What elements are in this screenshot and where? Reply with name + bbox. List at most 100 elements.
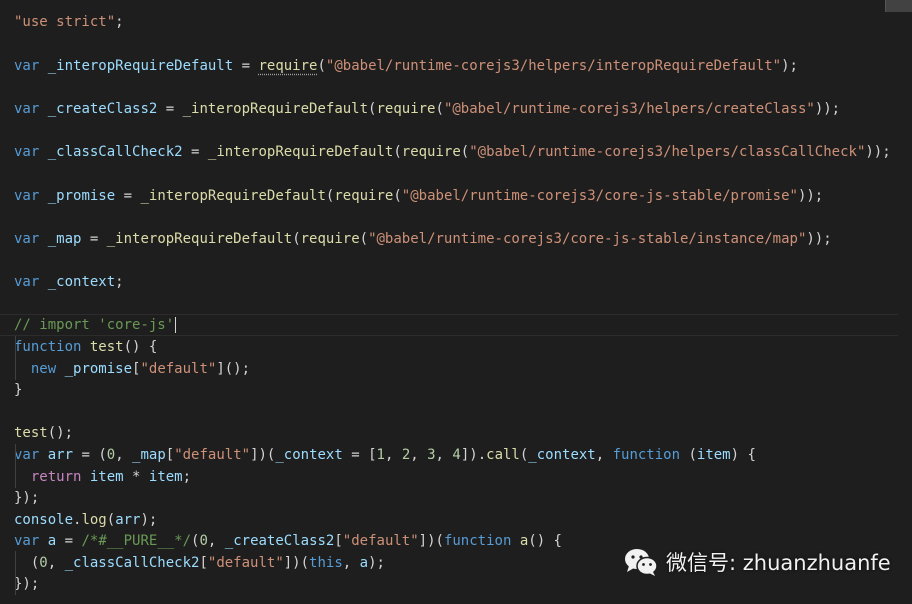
code-token: _interopRequireDefault xyxy=(182,101,369,117)
code-token: = xyxy=(81,231,107,247)
code-token: test xyxy=(14,425,48,441)
code-token: [ xyxy=(334,533,343,549)
code-token: ])( xyxy=(250,447,276,463)
code-token: _context xyxy=(275,447,343,463)
code-token: var xyxy=(14,58,40,74)
code-line[interactable]: function test() { xyxy=(14,336,157,358)
code-token: // import 'core-js' xyxy=(14,317,175,333)
code-token: _createClass2 xyxy=(47,101,158,117)
code-line[interactable]: var _promise = _interopRequireDefault (re… xyxy=(14,185,823,207)
code-token: 4 xyxy=(452,447,461,463)
code-token: function xyxy=(443,533,512,549)
code-token: item xyxy=(696,447,731,463)
code-token: require xyxy=(334,188,394,204)
code-token: * xyxy=(123,469,149,485)
code-token: ( xyxy=(292,231,301,247)
code-token: ( xyxy=(460,144,470,160)
scrollbar-thumb[interactable] xyxy=(886,0,912,12)
code-token: var xyxy=(14,101,40,117)
code-token: ( xyxy=(359,231,369,247)
code-token: )); xyxy=(797,188,824,204)
code-token: "use strict" xyxy=(14,14,116,30)
watermark-text: 微信号: zhuanzhuanfe xyxy=(666,551,891,575)
code-token: () { xyxy=(123,339,158,355)
code-token: , xyxy=(342,555,360,571)
code-token: return xyxy=(30,469,82,485)
code-token: var xyxy=(14,274,40,290)
code-token: this xyxy=(309,555,343,571)
code-line[interactable]: return item * item; xyxy=(14,466,191,488)
code-token: ])( xyxy=(283,555,310,571)
code-token: = xyxy=(182,144,208,160)
code-token: "@babel/runtime-corejs3/core-js-stable/p… xyxy=(401,188,798,204)
code-line[interactable]: var _context; xyxy=(14,271,124,293)
code-line[interactable]: (0, _classCallCheck2["default"])(this, a… xyxy=(14,552,385,574)
code-token: ; xyxy=(182,469,192,485)
code-line[interactable]: var _createClass2 = _interopRequireDefau… xyxy=(14,98,840,120)
code-line[interactable]: var arr = (0, _map["default"])(_context … xyxy=(14,444,756,466)
code-line[interactable]: var a = /*#__PURE__*/(0, _createClass2["… xyxy=(14,530,562,552)
code-token: call xyxy=(486,447,520,463)
code-token: 0 xyxy=(39,555,48,571)
code-token: = xyxy=(56,533,82,549)
code-token: = xyxy=(115,188,141,204)
wechat-icon xyxy=(625,549,658,576)
code-token: a xyxy=(519,533,529,549)
code-token: "@babel/runtime-corejs3/helpers/createCl… xyxy=(443,101,815,117)
code-editor[interactable]: "use strict"; var _interopRequireDefault … xyxy=(0,0,912,604)
code-token: 0 xyxy=(199,533,208,549)
code-token: require xyxy=(258,58,318,74)
code-token: , xyxy=(595,447,613,463)
code-line[interactable]: console.log(arr); xyxy=(14,509,157,531)
code-token: var xyxy=(14,231,40,247)
code-line[interactable]: }); xyxy=(14,487,39,509)
code-token: = ( xyxy=(73,447,107,463)
code-token: ; xyxy=(115,14,124,30)
code-token: )); xyxy=(806,231,832,247)
code-token: = xyxy=(233,58,259,74)
code-line-current[interactable]: // import 'core-js' xyxy=(0,314,898,336)
code-token: _map xyxy=(132,447,166,463)
code-token: var xyxy=(14,188,40,204)
code-token: = [ xyxy=(342,447,377,463)
code-token: ( xyxy=(435,101,444,117)
code-token: /*#__PURE__*/ xyxy=(81,533,192,549)
code-line[interactable]: var _interopRequireDefault = require("@b… xyxy=(14,55,798,77)
code-token: ( xyxy=(393,188,402,204)
code-line[interactable]: } xyxy=(14,379,22,401)
code-token: _classCallCheck2 xyxy=(64,555,200,571)
code-token: "@babel/runtime-corejs3/helpers/interopR… xyxy=(325,58,782,74)
code-line[interactable]: var _map = _interopRequireDefault(requir… xyxy=(14,228,832,250)
code-line[interactable]: new _promise["default"](); xyxy=(14,358,250,380)
code-token: 2 xyxy=(401,447,411,463)
code-token: item xyxy=(89,469,124,485)
code-token: ) { xyxy=(730,447,756,463)
code-token: arr xyxy=(47,447,74,463)
code-token: "default" xyxy=(342,533,419,549)
code-token: )); xyxy=(865,144,891,160)
code-token: function xyxy=(612,447,681,463)
code-token: () { xyxy=(528,533,562,549)
code-token: console xyxy=(14,512,74,528)
code-token: var xyxy=(14,533,40,549)
code-line[interactable]: "use strict"; xyxy=(14,11,124,33)
code-token: 0 xyxy=(106,447,116,463)
code-line[interactable]: }); xyxy=(14,573,39,595)
code-token: _context xyxy=(47,274,116,290)
indent-guide xyxy=(15,444,16,488)
code-token: [ xyxy=(165,447,175,463)
code-token: _promise xyxy=(64,361,133,377)
code-token: )); xyxy=(814,101,841,117)
code-line[interactable]: test(); xyxy=(14,422,73,444)
code-token: , xyxy=(384,447,402,463)
code-token: , xyxy=(435,447,453,463)
code-line[interactable]: var _classCallCheck2 = _interopRequireDe… xyxy=(14,141,891,163)
